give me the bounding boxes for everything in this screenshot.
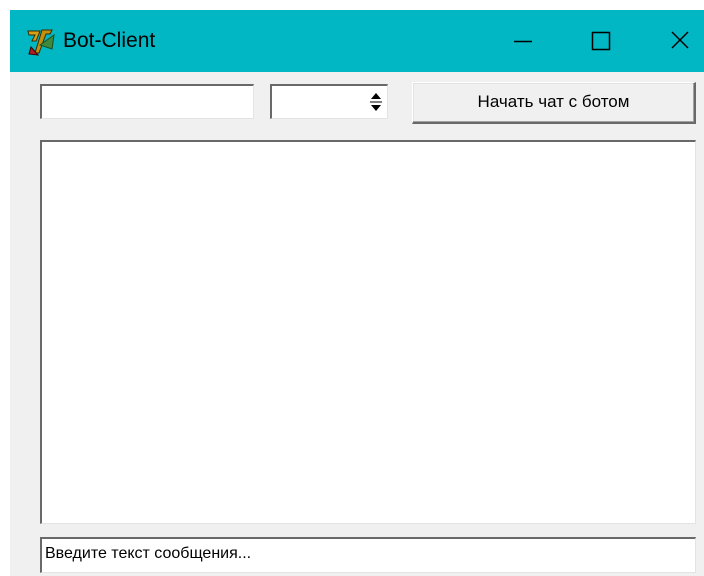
close-icon bbox=[671, 31, 689, 49]
maximize-button[interactable] bbox=[568, 10, 632, 72]
minimize-button[interactable] bbox=[492, 10, 556, 72]
minimize-icon bbox=[514, 40, 532, 43]
app-icon bbox=[26, 27, 56, 57]
spin-arrows[interactable] bbox=[368, 90, 384, 114]
maximize-icon bbox=[591, 31, 611, 51]
message-input[interactable]: Введите текст сообщения... bbox=[40, 537, 696, 573]
bot-name-input[interactable] bbox=[40, 84, 254, 119]
spin-up-icon[interactable] bbox=[371, 93, 381, 99]
window-top-edge bbox=[10, 0, 704, 10]
title-bar[interactable]: Bot-Client bbox=[10, 10, 704, 72]
client-area: Начать чат с ботом Введите текст сообщен… bbox=[10, 72, 704, 576]
close-button[interactable] bbox=[650, 10, 704, 72]
port-spin-edit[interactable] bbox=[270, 84, 388, 119]
bot-client-window: Bot-Client Начать чат с ботом Введите те… bbox=[10, 0, 704, 576]
spin-down-icon[interactable] bbox=[371, 105, 381, 111]
window-title: Bot-Client bbox=[63, 29, 156, 52]
chat-log[interactable] bbox=[40, 140, 696, 524]
start-chat-button[interactable]: Начать чат с ботом bbox=[412, 82, 696, 124]
